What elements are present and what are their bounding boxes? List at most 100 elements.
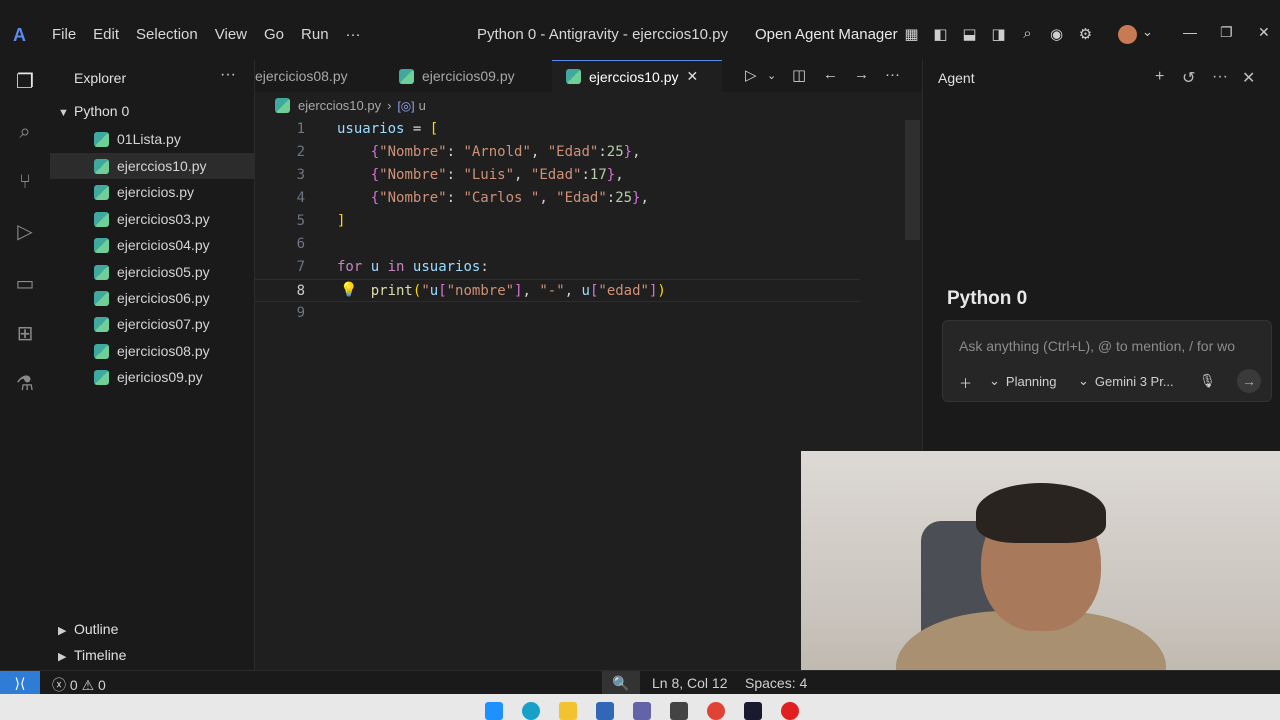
edge-browser-icon[interactable] bbox=[522, 702, 540, 720]
file-item[interactable]: ejercicios07.py bbox=[50, 311, 255, 337]
breadcrumb-file[interactable]: ejerccios10.py bbox=[298, 98, 381, 113]
testing-icon[interactable]: ⚗ bbox=[13, 372, 37, 396]
search-icon[interactable]: ⌕ bbox=[1018, 24, 1037, 43]
chevron-right-icon: › bbox=[387, 98, 392, 113]
close-icon[interactable]: ✕ bbox=[1258, 24, 1270, 41]
explorer-icon[interactable]: ❐ bbox=[13, 70, 37, 94]
file-label: ejercicios05.py bbox=[117, 264, 210, 280]
run-icon[interactable]: ▷ bbox=[745, 66, 757, 84]
python-file-icon bbox=[94, 290, 109, 306]
tab-ejercicios09[interactable]: ejercicios09.py bbox=[385, 60, 545, 92]
add-context-icon[interactable]: ＋ bbox=[959, 373, 972, 392]
file-label: ejercicios08.py bbox=[117, 343, 210, 359]
problems-indicator[interactable]: ⓧ 0 ⚠ 0 bbox=[52, 675, 106, 695]
toggle-secondary-sidebar-icon[interactable]: ◨ bbox=[989, 24, 1008, 43]
teams-icon[interactable] bbox=[633, 702, 651, 720]
folder-python-0[interactable]: ▼ Python 0 bbox=[58, 103, 129, 119]
chevron-down-icon[interactable]: ⌄ bbox=[1142, 24, 1153, 40]
more-actions-icon[interactable]: ··· bbox=[220, 66, 236, 84]
file-label: ejercicios06.py bbox=[117, 290, 210, 306]
model-dropdown[interactable]: ⌄ Gemini 3 Pr... bbox=[1078, 373, 1174, 389]
menu-view[interactable]: View bbox=[215, 26, 247, 43]
code-text: {"Nombre": "Carlos ", "Edad":25}, bbox=[370, 190, 649, 206]
tab-label: ejerccios10.py bbox=[589, 68, 679, 85]
mode-dropdown[interactable]: ⌄ Planning bbox=[989, 373, 1057, 389]
search-icon[interactable]: ⌕ bbox=[13, 120, 37, 144]
python-file-icon bbox=[566, 69, 581, 84]
file-explorer-icon[interactable] bbox=[559, 702, 577, 720]
window-title: Python 0 - Antigravity - ejerccios10.py bbox=[477, 26, 728, 43]
code-line: 5 ] bbox=[255, 210, 922, 233]
folder-label: Python 0 bbox=[74, 103, 130, 119]
layout-icon[interactable]: ▦ bbox=[902, 24, 921, 43]
microphone-icon[interactable]: 🎙 bbox=[1199, 373, 1216, 389]
send-button[interactable]: → bbox=[1237, 369, 1261, 393]
open-agent-manager-button[interactable]: Open Agent Manager bbox=[755, 26, 898, 43]
file-item[interactable]: ejercicios08.py bbox=[50, 338, 255, 364]
avatar[interactable] bbox=[1118, 25, 1137, 44]
remote-explorer-icon[interactable]: ▭ bbox=[13, 272, 37, 296]
file-item[interactable]: ejercicios.py bbox=[50, 179, 255, 205]
more-actions-icon[interactable]: ··· bbox=[1212, 68, 1228, 86]
tab-ejercicios08[interactable]: ejercicios08.py bbox=[241, 60, 383, 92]
minimize-icon[interactable]: — bbox=[1183, 24, 1197, 40]
more-actions-icon[interactable]: ··· bbox=[885, 66, 900, 83]
file-item[interactable]: ejercicios03.py bbox=[50, 206, 255, 232]
remote-indicator-icon[interactable]: ⟩⟨ bbox=[0, 671, 40, 695]
line-number: 9 bbox=[296, 305, 305, 321]
file-label: ejercicios04.py bbox=[117, 237, 210, 253]
browser-icon[interactable]: ◉ bbox=[1047, 24, 1066, 43]
store-icon[interactable] bbox=[596, 702, 614, 720]
toggle-sidebar-icon[interactable]: ◧ bbox=[931, 24, 950, 43]
file-item[interactable]: ejercicios06.py bbox=[50, 285, 255, 311]
arrow-left-icon[interactable]: ← bbox=[823, 66, 838, 83]
menu-run[interactable]: Run bbox=[301, 26, 329, 43]
file-item[interactable]: ejercicios04.py bbox=[50, 232, 255, 258]
antigravity-taskbar-icon[interactable] bbox=[744, 702, 762, 720]
restore-icon[interactable]: ❐ bbox=[1220, 24, 1233, 41]
line-number: 6 bbox=[296, 236, 305, 252]
app-icon[interactable] bbox=[670, 702, 688, 720]
chat-input[interactable] bbox=[959, 338, 1259, 354]
menu-selection[interactable]: Selection bbox=[136, 26, 198, 43]
close-icon[interactable]: ✕ bbox=[1242, 68, 1255, 88]
gear-icon[interactable]: ⚙ bbox=[1076, 24, 1095, 43]
code-line: 6 bbox=[255, 233, 922, 256]
app-icon[interactable] bbox=[781, 702, 799, 720]
file-item[interactable]: 01Lista.py bbox=[50, 126, 255, 152]
run-debug-icon[interactable]: ▷ bbox=[13, 220, 37, 244]
indentation-setting[interactable]: Spaces: 4 bbox=[745, 675, 807, 691]
arrow-right-icon[interactable]: → bbox=[854, 66, 869, 83]
menu-edit[interactable]: Edit bbox=[93, 26, 119, 43]
tab-ejerccios10[interactable]: ejerccios10.py ✕ bbox=[552, 60, 722, 92]
history-icon[interactable]: ↺ bbox=[1182, 68, 1195, 88]
timeline-section[interactable]: ▶ Timeline bbox=[58, 647, 126, 663]
webcam-person-hair bbox=[976, 483, 1106, 543]
editor-scrollbar[interactable] bbox=[905, 120, 920, 240]
chrome-icon[interactable] bbox=[707, 702, 725, 720]
cursor-position[interactable]: Ln 8, Col 12 bbox=[652, 675, 728, 691]
close-icon[interactable]: ✕ bbox=[687, 68, 699, 85]
plus-icon[interactable]: + bbox=[1155, 68, 1164, 86]
activity-bar: ❐ ⌕ ⑂ ▷ ▭ ⊞ ⚗ bbox=[0, 60, 50, 670]
python-file-icon bbox=[94, 264, 109, 280]
menu-file[interactable]: File bbox=[52, 26, 76, 43]
file-item[interactable]: ejericios09.py bbox=[50, 364, 255, 390]
python-file-icon bbox=[94, 158, 109, 174]
chevron-down-icon[interactable]: ⌄ bbox=[767, 69, 776, 82]
outline-section[interactable]: ▶ Outline bbox=[58, 621, 118, 637]
toggle-panel-icon[interactable]: ⬓ bbox=[960, 24, 979, 43]
split-editor-icon[interactable]: ◫ bbox=[792, 66, 806, 84]
zoom-icon[interactable]: 🔍 bbox=[602, 671, 640, 695]
file-item[interactable]: ejercicios05.py bbox=[50, 259, 255, 285]
extensions-icon[interactable]: ⊞ bbox=[13, 322, 37, 346]
menu-more[interactable]: ··· bbox=[346, 26, 361, 43]
code-text: {"Nombre": "Luis", "Edad":17}, bbox=[370, 167, 624, 183]
breadcrumb-symbol[interactable]: u bbox=[419, 98, 426, 113]
windows-start-icon[interactable] bbox=[485, 702, 503, 720]
file-item-selected[interactable]: ejerccios10.py bbox=[50, 153, 255, 179]
menu-go[interactable]: Go bbox=[264, 26, 284, 43]
explorer-title: Explorer bbox=[74, 70, 127, 86]
source-control-icon[interactable]: ⑂ bbox=[13, 170, 37, 194]
code-line: 4 {"Nombre": "Carlos ", "Edad":25}, bbox=[255, 187, 922, 210]
